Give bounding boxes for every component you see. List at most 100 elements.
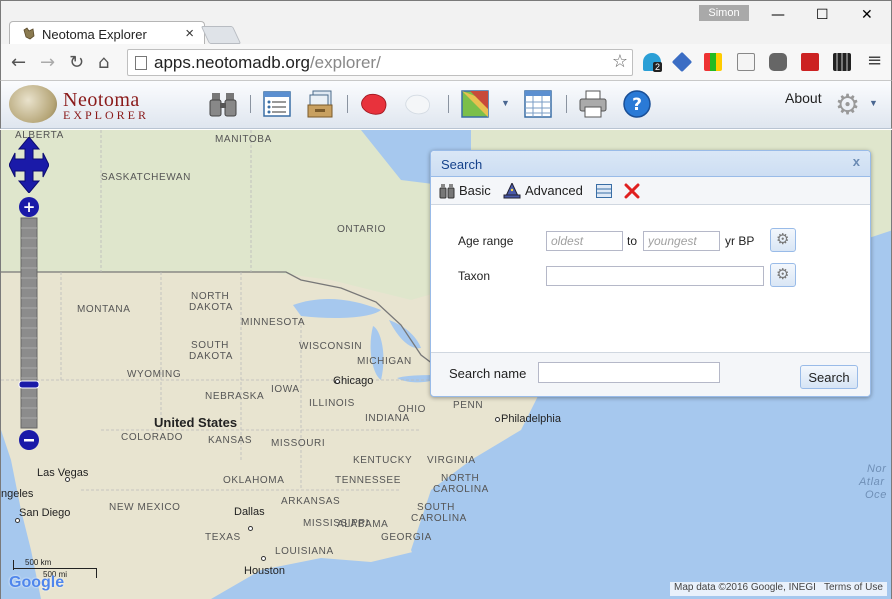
map-label-kentucky: KENTUCKY (353, 455, 413, 466)
saved-searches-list-icon[interactable] (596, 184, 612, 198)
print-icon[interactable] (578, 89, 608, 119)
neotoma-favicon-icon (23, 27, 35, 40)
map-label-arkansas: ARKANSAS (281, 496, 341, 507)
neotoma-logo (9, 85, 57, 123)
map-label-tennessee: TENNESSEE (335, 475, 401, 486)
map-label-philadelphia: Philadelphia (501, 413, 561, 425)
toolbar-divider (448, 95, 449, 113)
search-results-list-icon[interactable] (262, 89, 292, 119)
bookmark-star-icon[interactable]: ☆ (612, 51, 628, 72)
toolbar-divider (347, 95, 348, 113)
dialog-close-icon[interactable]: x (853, 154, 860, 169)
map-label-south-carolina: SOUTH (417, 502, 455, 513)
map-label-wyoming: WYOMING (127, 369, 182, 380)
binoculars-search-icon[interactable] (208, 89, 238, 119)
map-label-missouri: MISSOURI (271, 438, 326, 449)
save-to-drive-extension-icon[interactable] (704, 53, 722, 71)
white-polygon-icon[interactable] (403, 89, 433, 119)
map-label-alabama: ALABAMA (337, 519, 389, 530)
age-range-label: Age range (458, 234, 514, 248)
terms-of-use-link[interactable]: Terms of Use (820, 582, 887, 596)
basic-tab-label: Basic (459, 183, 491, 198)
clear-search-x-icon[interactable] (624, 183, 640, 199)
search-dialog-toolbar: Basic Advanced (431, 177, 870, 205)
search-dialog-title: Search (441, 157, 483, 172)
table-grid-icon[interactable] (523, 89, 553, 119)
close-window-button[interactable]: ✕ (861, 7, 873, 23)
datasets-stack-icon[interactable] (305, 89, 335, 119)
reload-icon[interactable]: ↻ (69, 52, 84, 73)
pocket-extension-icon[interactable] (769, 53, 787, 71)
settings-gear-icon[interactable]: ⚙ (835, 88, 860, 121)
map-label-north-dakota: NORTH (191, 291, 230, 302)
map-label-michigan: MICHIGAN (357, 356, 412, 367)
map-zoom-slider[interactable]: + (18, 196, 40, 452)
age-options-button[interactable]: ⚙ (770, 228, 796, 252)
adobe-pdf-extension-icon[interactable] (801, 53, 819, 71)
map-label-dallas: Dallas (234, 506, 265, 518)
minimize-button[interactable]: — (771, 7, 785, 23)
search-name-input[interactable] (538, 362, 720, 383)
map-label-north-dakota-2: DAKOTA (189, 302, 233, 313)
advanced-tab-label: Advanced (525, 183, 583, 198)
map-label-new-mexico: NEW MEXICO (109, 502, 181, 513)
search-name-label: Search name (449, 366, 527, 381)
chrome-menu-icon[interactable]: ≡ (867, 50, 882, 71)
layers-dropdown-caret-icon[interactable]: ▼ (501, 98, 510, 108)
svg-text:?: ? (632, 95, 642, 115)
search-dialog-header[interactable]: Search x (431, 151, 870, 177)
film-extension-icon[interactable] (833, 53, 851, 71)
toolbar-divider (566, 95, 567, 113)
map-label-atlantic-1: Nor (867, 463, 887, 475)
ghostery-extension-icon[interactable]: 2 (643, 53, 663, 72)
taxon-label: Taxon (458, 269, 491, 283)
map-pan-control[interactable] (9, 137, 49, 193)
map-label-south-dakota: SOUTH (191, 340, 229, 351)
url-text: apps.neotomadb.org/explorer/ (154, 53, 381, 72)
page-icon (135, 56, 147, 70)
about-link[interactable]: About (785, 90, 822, 106)
extension-badge: 2 (653, 62, 663, 72)
gears-icon: ⚙ (776, 265, 790, 283)
map-layers-icon[interactable] (460, 89, 490, 119)
taxon-options-button[interactable]: ⚙ (770, 263, 796, 287)
new-tab-button[interactable] (200, 26, 242, 44)
map-label-san-diego: San Diego (19, 507, 71, 519)
map-label-north-carolina: NORTH (441, 473, 480, 484)
home-icon[interactable]: ⌂ (98, 52, 109, 73)
map-label-south-dakota-2: DAKOTA (189, 351, 233, 362)
map-label-saskatchewan: SASKATCHEWAN (101, 172, 191, 183)
age-oldest-input[interactable] (546, 231, 623, 251)
back-arrow-icon[interactable]: ← (11, 52, 26, 73)
maximize-button[interactable]: ☐ (816, 7, 829, 23)
forward-arrow-icon[interactable]: → (40, 52, 55, 73)
red-polygon-draw-icon[interactable] (359, 89, 389, 119)
taxon-input[interactable] (546, 266, 764, 286)
document-extension-icon[interactable] (737, 53, 755, 71)
map-label-nebraska: NEBRASKA (205, 391, 265, 402)
feedly-extension-icon[interactable] (671, 51, 693, 73)
binoculars-icon (439, 184, 455, 199)
search-button[interactable]: Search (800, 365, 858, 389)
search-dialog: Search x Basic Advanced Age range oldest… (430, 150, 871, 397)
tab-close-icon[interactable]: × (185, 25, 194, 42)
profile-badge[interactable]: Simon (699, 5, 749, 21)
scale-km-label: 500 km (25, 558, 52, 567)
browser-titlebar: Neotoma Explorer × Simon — ☐ ✕ (0, 0, 892, 46)
address-bar[interactable]: apps.neotomadb.org/explorer/ ☆ (127, 49, 633, 76)
google-logo[interactable]: Google (9, 574, 64, 592)
age-unit-label: yr BP (725, 234, 755, 248)
map-label-houston: Houston (244, 565, 285, 577)
age-to-label: to (627, 234, 638, 248)
app-toolbar: Neotoma EXPLORER ▼ ? About ⚙ ▼ (0, 81, 892, 129)
city-dot-houston (261, 556, 266, 561)
map-label-manitoba: MANITOBA (215, 134, 272, 145)
map-label-las-vegas: Las Vegas (37, 467, 89, 479)
browser-tab[interactable]: Neotoma Explorer × (9, 21, 205, 46)
age-youngest-input[interactable] (643, 231, 720, 251)
search-dialog-footer: Search name Search (431, 352, 870, 396)
map-attribution: Map data ©2016 Google, INEGI (670, 582, 820, 596)
help-icon[interactable]: ? (622, 89, 652, 119)
search-dialog-body: Age range to yr BP ⚙ Taxon ⚙ (431, 206, 870, 352)
settings-dropdown-caret-icon[interactable]: ▼ (869, 98, 878, 108)
